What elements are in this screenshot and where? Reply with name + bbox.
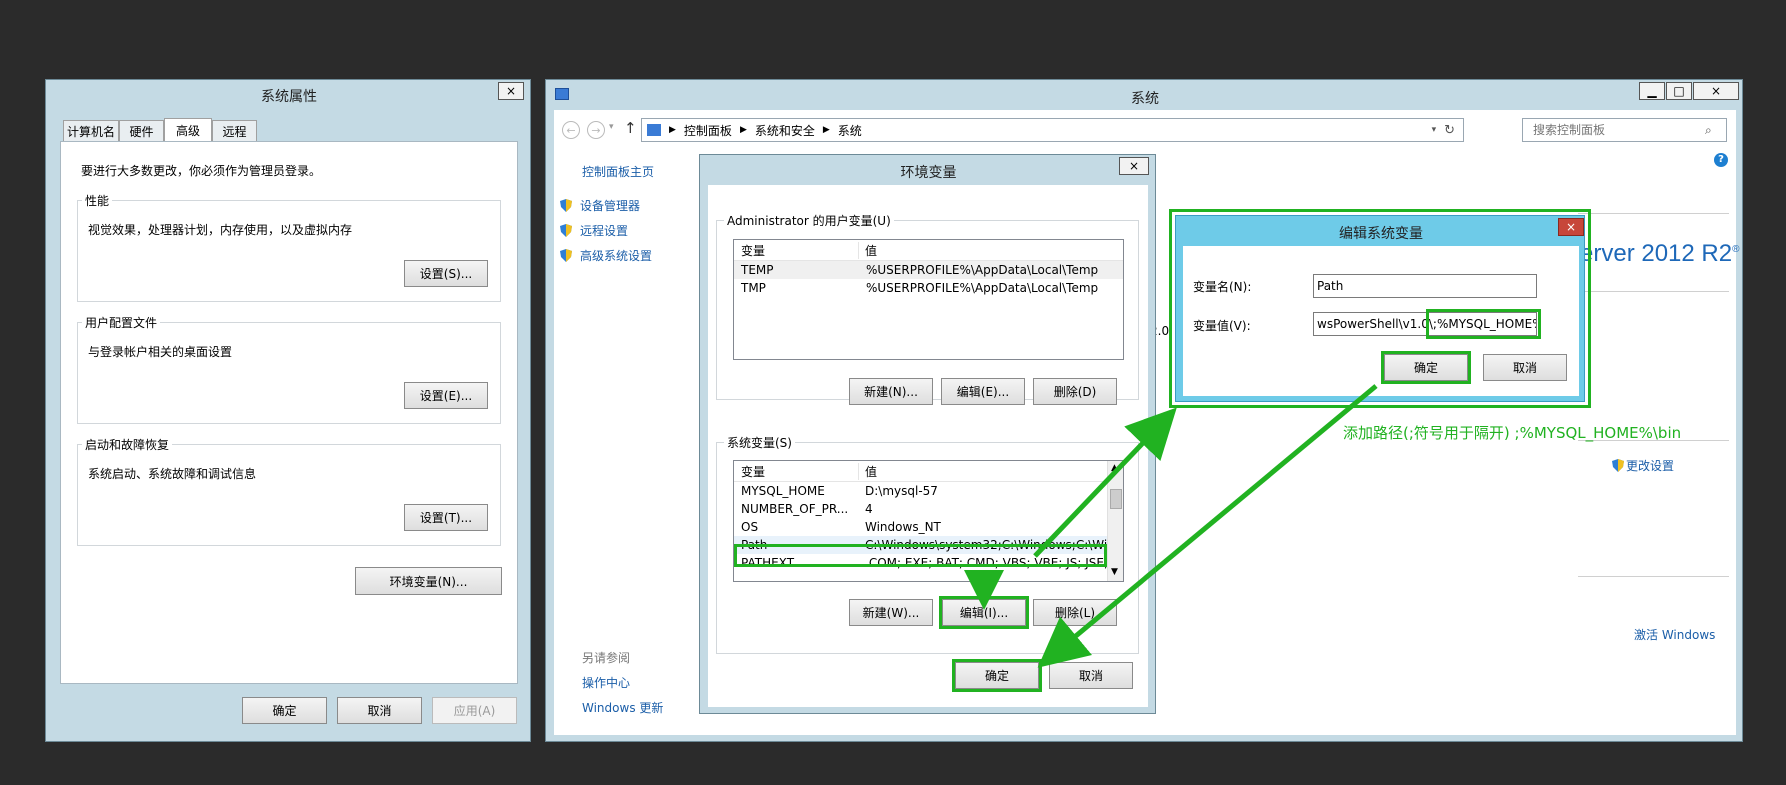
arrow-to-ok-button (1037, 384, 1378, 668)
annotation-arrows (964, 384, 1378, 668)
arrow-to-edit-dialog (1033, 407, 1177, 558)
